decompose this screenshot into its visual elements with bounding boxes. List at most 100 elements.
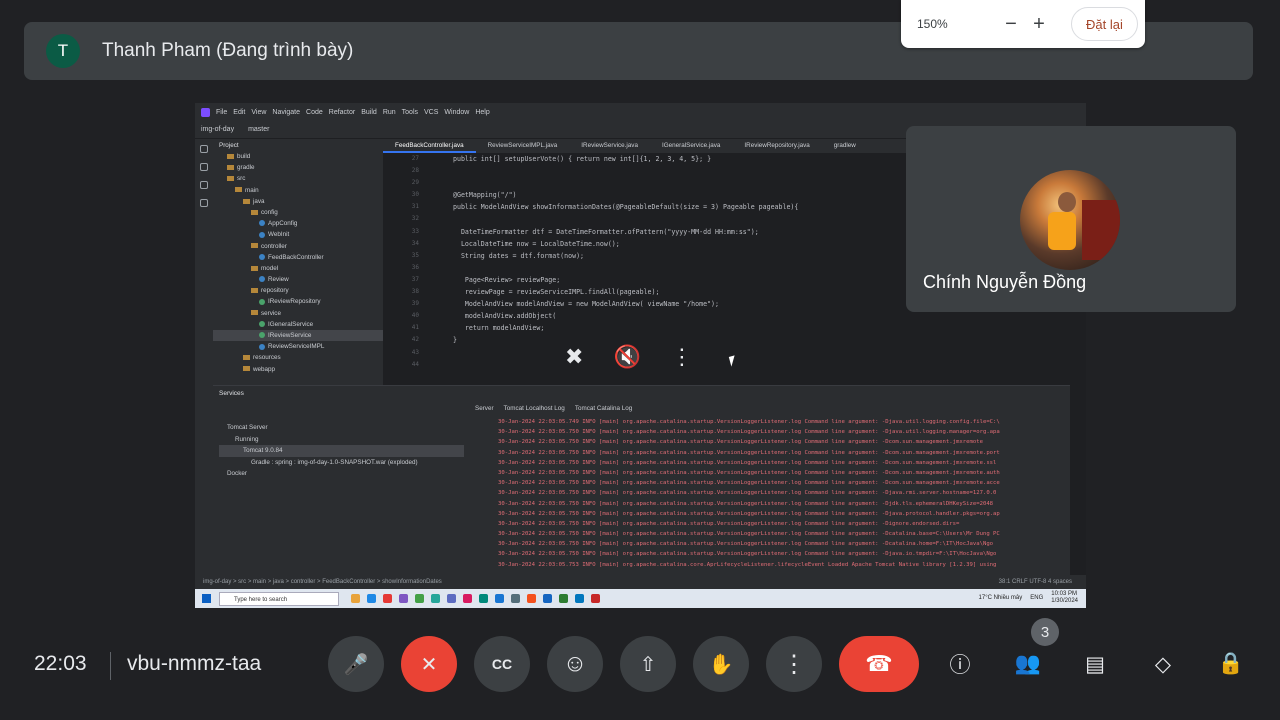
tree-item[interactable]: controller <box>213 241 383 252</box>
bookmarks-tool-icon[interactable] <box>200 181 208 189</box>
code-line: } <box>453 336 457 345</box>
menu-item[interactable]: Refactor <box>329 109 355 116</box>
tree-item[interactable]: java <box>213 196 383 207</box>
app-icon[interactable] <box>431 594 440 603</box>
language-indicator[interactable]: ENG <box>1030 595 1043 601</box>
menu-item[interactable]: Tools <box>402 109 418 116</box>
participant-tile[interactable]: Chính Nguyễn Đồng <box>906 126 1236 312</box>
more-options-button[interactable]: ⋮ <box>766 636 822 692</box>
project-tool-icon[interactable] <box>200 145 208 153</box>
tree-item[interactable]: IReviewRepository <box>213 296 383 307</box>
editor-tab[interactable]: gradlew <box>822 139 868 153</box>
chat-button[interactable]: ▤ <box>1079 648 1111 680</box>
app-icon[interactable] <box>479 594 488 603</box>
taskbar-search[interactable]: Type here to search <box>219 591 339 606</box>
menu-item[interactable]: Window <box>444 109 469 116</box>
reset-zoom-button[interactable]: Đặt lại <box>1071 7 1138 41</box>
microphone-button[interactable]: 🎤 <box>328 636 384 692</box>
reactions-button[interactable]: ☺ <box>547 636 603 692</box>
visual-studio-icon[interactable] <box>399 594 408 603</box>
tree-item[interactable]: ReviewServiceIMPL <box>213 341 383 352</box>
menu-item[interactable]: Build <box>361 109 377 116</box>
tree-item[interactable]: main <box>213 185 383 196</box>
service-item[interactable]: Docker <box>219 468 464 480</box>
tree-item[interactable]: src <box>213 173 383 184</box>
tree-item[interactable]: AppConfig <box>213 218 383 229</box>
app-icon[interactable] <box>495 594 504 603</box>
service-item[interactable]: Tomcat Server <box>219 422 464 434</box>
leave-call-button[interactable]: ☎ <box>839 636 919 692</box>
weather-info[interactable]: 17°C Nhiều mây <box>979 595 1023 601</box>
log-line: 30-Jan-2024 22:03:05.750 INFO [main] org… <box>498 490 997 497</box>
menu-item[interactable]: Code <box>306 109 323 116</box>
more-options-icon[interactable]: ⋮ <box>671 344 693 370</box>
structure-tool-icon[interactable] <box>200 199 208 207</box>
vscode-icon[interactable] <box>575 594 584 603</box>
windows-start-icon[interactable] <box>202 594 211 603</box>
unpin-icon[interactable]: ✖ <box>565 344 583 370</box>
tree-item[interactable]: Review <box>213 274 383 285</box>
commit-tool-icon[interactable] <box>200 163 208 171</box>
tree-item[interactable]: FeedBackController <box>213 252 383 263</box>
app-icon[interactable] <box>591 594 600 603</box>
mute-presentation-icon[interactable]: 🔇 <box>613 344 640 370</box>
app-icon[interactable] <box>383 594 392 603</box>
branch-name[interactable]: master <box>248 126 269 133</box>
tree-item[interactable]: repository <box>213 285 383 296</box>
editor-tab[interactable]: FeedBackController.java <box>383 139 476 153</box>
tree-item[interactable]: IReviewService <box>213 330 383 342</box>
file-explorer-icon[interactable] <box>351 594 360 603</box>
editor-tab[interactable]: IReviewRepository.java <box>732 139 821 153</box>
tree-item[interactable]: webapp <box>213 364 383 375</box>
service-item[interactable]: Running <box>219 434 464 446</box>
meeting-info-button[interactable]: ⓘ <box>944 648 976 680</box>
editor-tab[interactable]: IGeneralService.java <box>650 139 732 153</box>
project-name[interactable]: img-of-day <box>201 126 234 133</box>
menu-item[interactable]: VCS <box>424 109 438 116</box>
menu-item[interactable]: Run <box>383 109 396 116</box>
presentation-overlay-controls: ✖ 🔇 ⋮ <box>551 338 731 376</box>
app-icon[interactable] <box>559 594 568 603</box>
zoom-out-button[interactable]: − <box>997 13 1025 36</box>
line-number: 37 <box>411 275 419 283</box>
host-controls-button[interactable]: 🔒 <box>1215 648 1247 680</box>
zoom-in-button[interactable]: + <box>1025 13 1053 36</box>
app-icon[interactable] <box>511 594 520 603</box>
editor-tab[interactable]: ReviewServiceIMPL.java <box>476 139 570 153</box>
log-tab[interactable]: Tomcat Localhost Log <box>504 405 565 412</box>
tree-item[interactable]: gradle <box>213 162 383 173</box>
chrome-icon[interactable] <box>415 594 424 603</box>
app-icon[interactable] <box>527 594 536 603</box>
tree-item[interactable]: IGeneralService <box>213 319 383 330</box>
meeting-controls-bar: 22:03 vbu-nmmz-taa 🎤 ✕ CC ☺ ⇧ ✋ ⋮ ☎ ⓘ 3 … <box>0 618 1280 720</box>
captions-button[interactable]: CC <box>474 636 530 692</box>
emoji-icon: ☺ <box>562 650 588 677</box>
service-item[interactable]: Tomcat 9.0.84 <box>219 445 464 457</box>
tree-item[interactable]: config <box>213 207 383 218</box>
editor-tab[interactable]: IReviewService.java <box>569 139 650 153</box>
log-tab[interactable]: Server <box>475 405 494 412</box>
taskbar-clock[interactable]: 10:03 PM 1/30/2024 <box>1051 591 1078 605</box>
edge-icon[interactable] <box>367 594 376 603</box>
present-button[interactable]: ⇧ <box>620 636 676 692</box>
app-icon[interactable] <box>447 594 456 603</box>
tree-item[interactable]: WebInit <box>213 229 383 240</box>
menu-item[interactable]: View <box>251 109 266 116</box>
intellij-icon[interactable] <box>463 594 472 603</box>
tree-item[interactable]: resources <box>213 352 383 363</box>
menu-item[interactable]: File <box>216 109 227 116</box>
menu-item[interactable]: Edit <box>233 109 245 116</box>
raise-hand-button[interactable]: ✋ <box>693 636 749 692</box>
tree-item[interactable]: service <box>213 308 383 319</box>
service-item[interactable]: Gradle : spring : img-of-day-1.0-SNAPSHO… <box>219 457 464 469</box>
menu-item[interactable]: Navigate <box>272 109 300 116</box>
log-tab[interactable]: Tomcat Catalina Log <box>575 405 632 412</box>
activities-button[interactable]: ◇ <box>1147 648 1179 680</box>
tree-item[interactable]: model <box>213 263 383 274</box>
camera-button[interactable]: ✕ <box>401 636 457 692</box>
menu-item[interactable]: Help <box>475 109 489 116</box>
line-number: 29 <box>411 179 419 187</box>
tree-item[interactable]: build <box>213 151 383 162</box>
people-button[interactable]: 👥 <box>1012 648 1044 680</box>
app-icon[interactable] <box>543 594 552 603</box>
